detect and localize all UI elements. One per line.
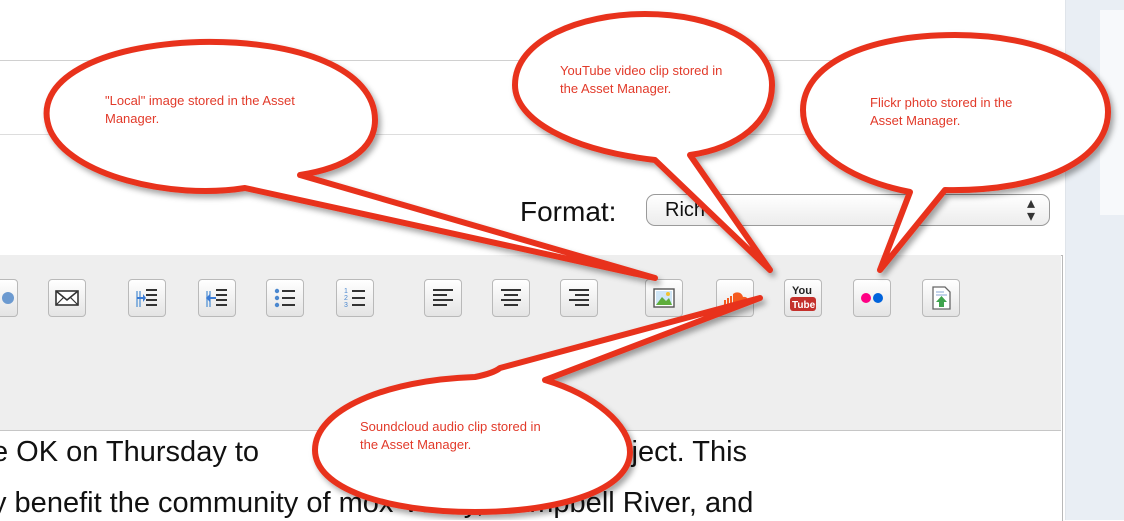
format-label: Format: [520,196,617,227]
toolbar-button-align-right[interactable] [560,279,598,317]
content-line-1-start: e OK on Thursday to [0,436,260,468]
title-divider [0,134,1062,135]
toolbar-button-outdent[interactable] [198,279,236,317]
callout-text-youtube: YouTube video clip stored in the Asset M… [560,63,723,96]
side-panel-highlight [1100,10,1124,215]
content-line-2-start: y benefit the community of [0,487,331,519]
toolbar-button-bullet-list[interactable] [266,279,304,317]
flickr-icon [861,293,883,303]
toolbar-button-align-left[interactable] [424,279,462,317]
content-line-2-end: mox Valley, Campbell River, and [338,487,754,519]
numbered-list-icon: 123 [344,288,365,309]
callout-text-soundcloud: Soundcloud audio clip stored in the Asse… [360,419,541,452]
soundcloud-icon [724,292,749,306]
email-link-icon [55,290,79,306]
outdent-icon [206,289,227,307]
toolbar-button-flickr[interactable] [853,279,891,317]
svg-text:2: 2 [344,295,348,302]
toolbar-button-email[interactable] [48,279,86,317]
toolbar-button-local-image[interactable] [645,279,683,317]
toolbar-button-numbered-list[interactable]: 123 [336,279,374,317]
callout-text-local-image: "Local" image stored in the Asset Manage… [105,93,295,126]
indent-icon [136,289,157,307]
partial-button-icon [2,292,14,304]
format-select[interactable]: Rich xt ▴ ▾ [646,194,1050,226]
youtube-icon: You Tube [790,285,816,311]
toolbar-button-indent[interactable] [128,279,166,317]
toolbar-button-align-center[interactable] [492,279,530,317]
svg-text:Tube: Tube [792,300,816,311]
header-divider [0,60,1062,61]
local-image-icon [653,288,675,308]
align-center-icon [501,289,521,306]
format-select-value: Rich xt [665,199,727,221]
toolbar-button-partial[interactable] [0,279,18,317]
toolbar-button-soundcloud[interactable] [716,279,754,317]
toolbar-button-upload-document[interactable] [922,279,960,317]
align-left-icon [433,289,453,306]
callout-flickr [800,32,1111,273]
bullet-list-icon [274,288,295,308]
chevron-updown-icon: ▴ ▾ [1026,195,1035,225]
callout-text-flickr: Flickr photo stored in the Asset Manager… [870,95,1013,128]
callout-youtube [512,11,775,273]
svg-text:3: 3 [344,302,348,309]
align-right-icon [569,289,589,306]
svg-text:You: You [792,285,812,297]
content-line-2: y benefit the community of mox Valley, C… [0,487,753,520]
toolbar-button-youtube[interactable]: You Tube [784,279,822,317]
upload-document-icon [932,286,951,310]
svg-text:1: 1 [344,288,348,295]
